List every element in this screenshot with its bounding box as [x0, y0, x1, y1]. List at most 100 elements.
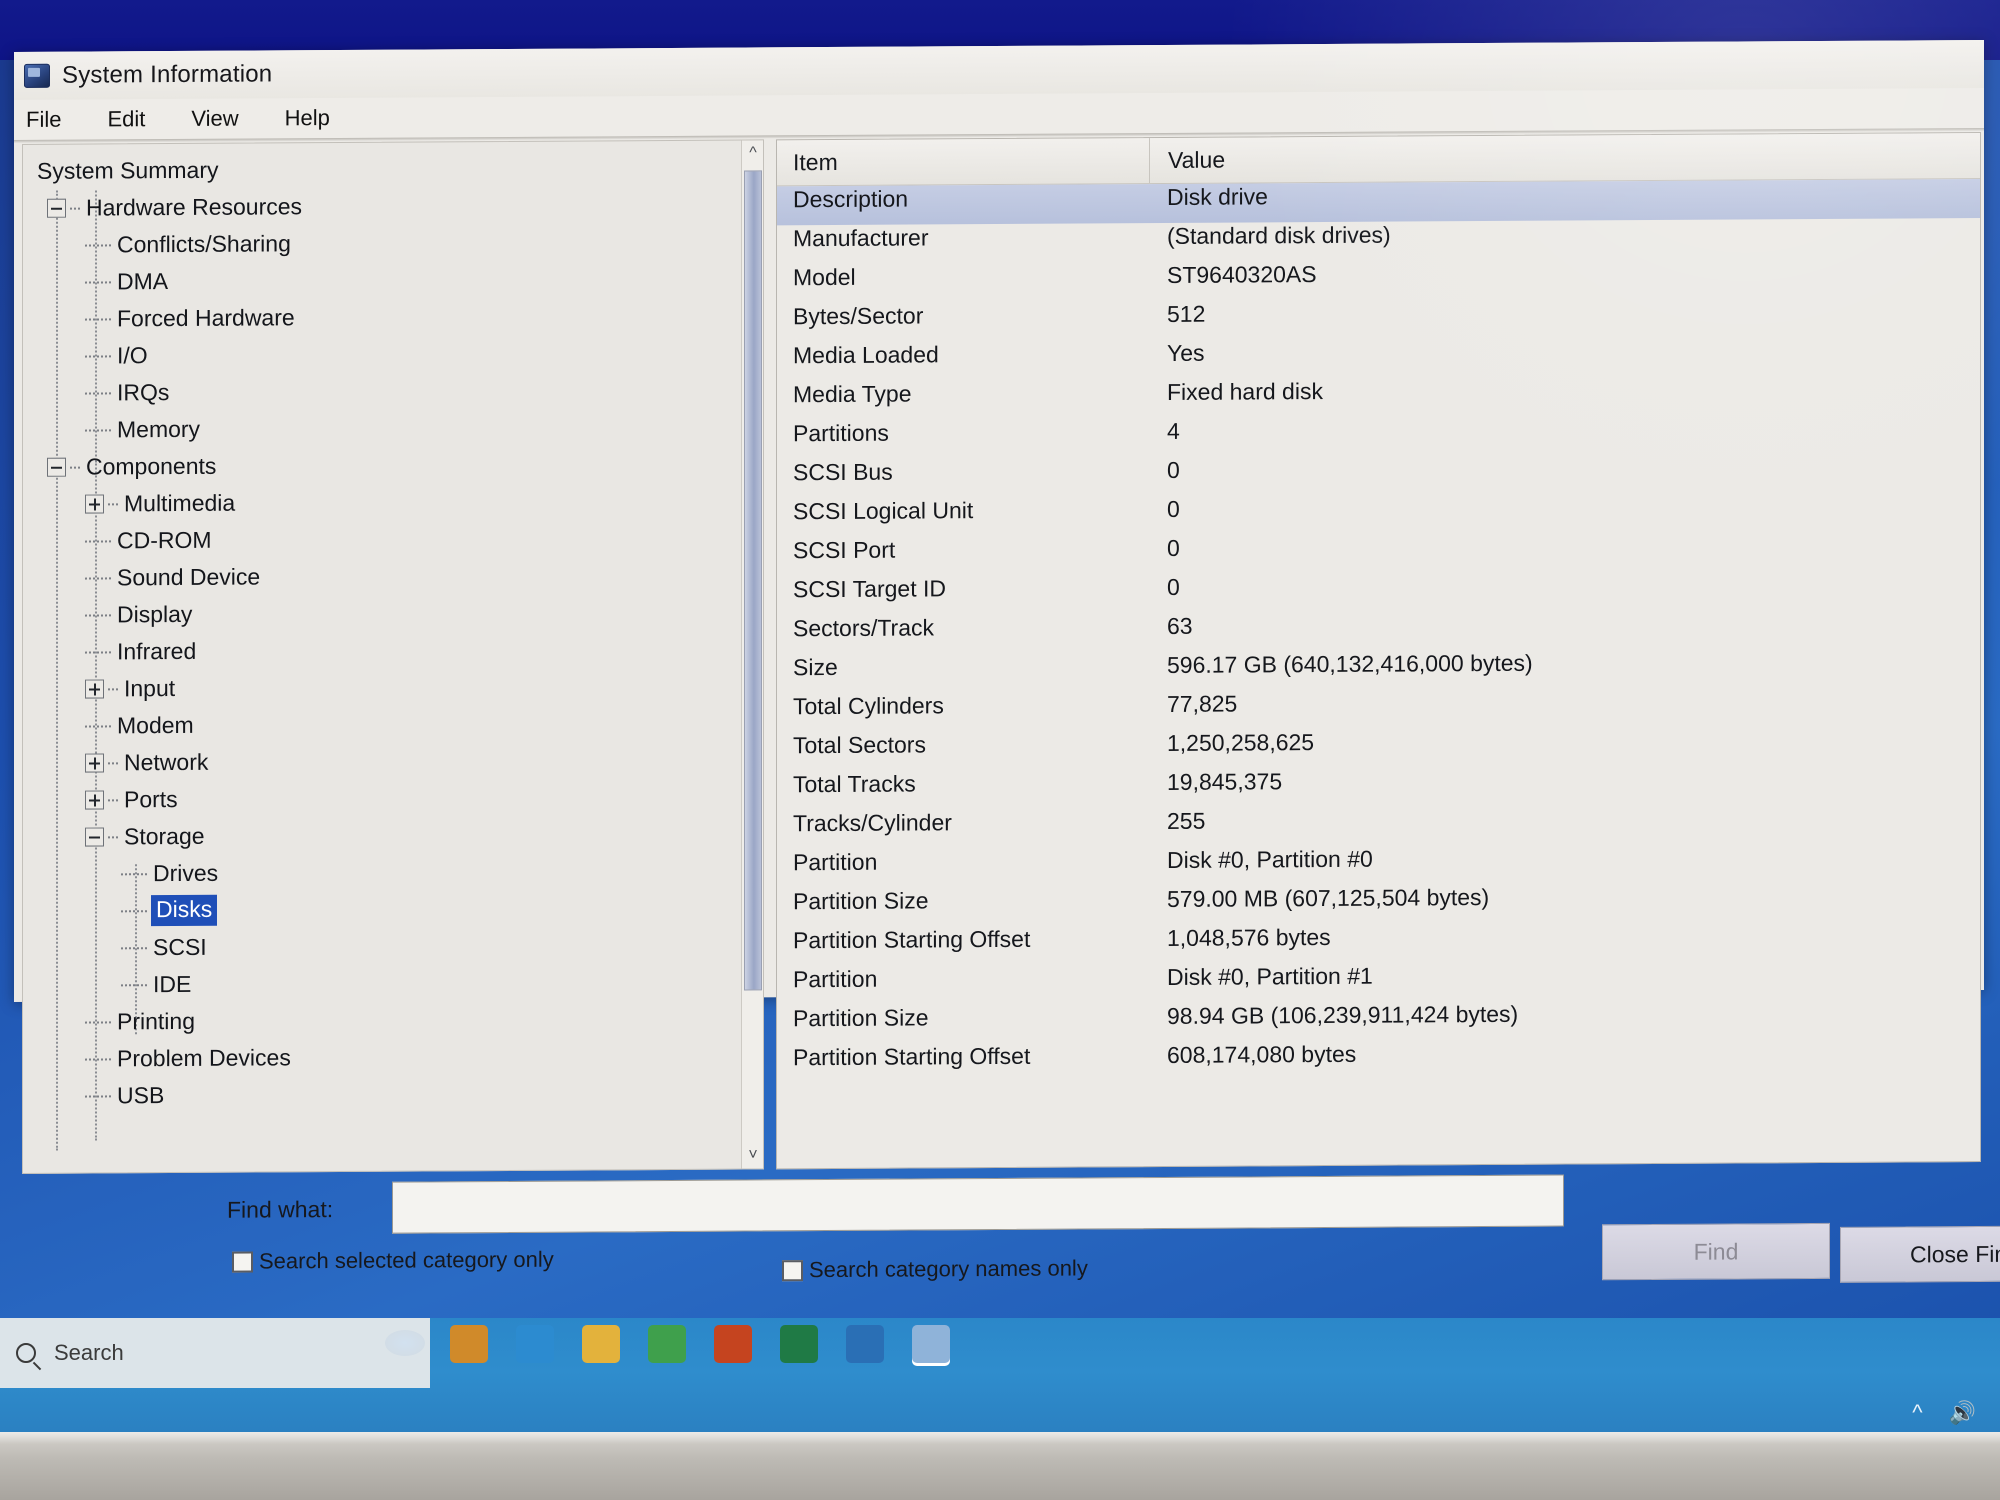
close-find-button[interactable]: Close Find	[1840, 1225, 2000, 1283]
tree-node-irqs[interactable]: IRQs	[29, 371, 741, 412]
tree-node-system-summary[interactable]: System Summary	[29, 149, 741, 190]
find-input[interactable]	[392, 1174, 1564, 1234]
detail-value-cell: Disk #0, Partition #1	[1167, 962, 1373, 990]
tree-node-usb[interactable]: USB	[29, 1074, 741, 1115]
tree-node-list[interactable]: System Summary Hardware Resources Conflict…	[23, 141, 741, 1115]
tree-connector-icon	[85, 317, 111, 321]
scroll-up-icon[interactable]: ^	[742, 140, 764, 167]
detail-value-cell: 0	[1167, 573, 1180, 600]
tree-node-cd-rom[interactable]: CD-ROM	[29, 519, 741, 560]
chrome-icon[interactable]	[648, 1325, 686, 1363]
tree-node-forced-hardware[interactable]: Forced Hardware	[29, 297, 741, 338]
detail-item-cell: Partition	[793, 848, 878, 876]
tree-node-label: Hardware Resources	[86, 193, 303, 221]
collapse-icon[interactable]	[47, 198, 66, 218]
bezel-glow	[0, 1432, 2000, 1444]
collapse-icon[interactable]	[47, 457, 66, 477]
tree-node-problem-devices[interactable]: Problem Devices	[29, 1037, 741, 1078]
detail-rows[interactable]: Description Disk drive Manufacturer (Standa…	[777, 178, 1980, 1083]
tree-connector-icon	[108, 687, 118, 690]
tree-node-modem[interactable]: Modem	[29, 704, 741, 745]
tree-node-drives[interactable]: Drives	[29, 852, 741, 893]
edge-icon[interactable]	[516, 1325, 554, 1363]
column-header-item[interactable]: Item	[777, 138, 1149, 185]
tree-node-storage[interactable]: Storage	[29, 815, 741, 856]
tree-node-label: Infrared	[117, 637, 197, 665]
tree-node-input[interactable]: Input	[29, 667, 741, 708]
search-icon	[16, 1343, 36, 1363]
tree-node-components[interactable]: Components	[29, 445, 741, 486]
expand-icon[interactable]	[85, 679, 104, 699]
tree-node-printing[interactable]: Printing	[29, 1000, 741, 1041]
table-row[interactable]: Partition Starting Offset 608,174,080 byt…	[777, 1037, 1980, 1083]
collapse-icon[interactable]	[85, 827, 104, 847]
tree-connector-icon	[108, 835, 118, 838]
menu-file[interactable]: File	[18, 105, 69, 135]
search-category-names-checkbox[interactable]	[782, 1259, 803, 1281]
tree-node-conflicts-sharing[interactable]: Conflicts/Sharing	[29, 223, 741, 264]
volume-icon[interactable]: 🔊	[1949, 1400, 1976, 1426]
excel-icon[interactable]	[780, 1325, 818, 1363]
tree-node-label: Display	[117, 600, 193, 628]
detail-value-cell: Disk #0, Partition #0	[1167, 845, 1373, 873]
tree-node-label: Multimedia	[124, 489, 236, 517]
menu-help[interactable]: Help	[277, 103, 338, 133]
tree-node-ports[interactable]: Ports	[29, 778, 741, 819]
mouse-cursor-glow	[385, 1330, 425, 1356]
detail-value-cell: 608,174,080 bytes	[1167, 1040, 1357, 1068]
tree-node-label: Printing	[117, 1007, 195, 1035]
photos-icon[interactable]	[846, 1325, 884, 1363]
detail-value-cell: 0	[1167, 534, 1180, 561]
tree-node-memory[interactable]: Memory	[29, 408, 741, 449]
tree-scrollbar[interactable]: ^ ˅	[741, 140, 764, 1169]
search-category-names-checkbox-row[interactable]: Search category names only	[782, 1255, 1088, 1283]
store-icon[interactable]	[450, 1325, 488, 1363]
tree-connector-icon	[121, 983, 147, 986]
menu-edit[interactable]: Edit	[99, 104, 153, 134]
tree-node-hardware-resources[interactable]: Hardware Resources	[29, 186, 741, 227]
taskbar-search-box[interactable]: Search	[0, 1318, 430, 1388]
tree-node-sound-device[interactable]: Sound Device	[29, 556, 741, 597]
tree-connector-icon	[85, 1057, 111, 1061]
menu-view[interactable]: View	[183, 104, 246, 134]
tree-connector-icon	[85, 724, 111, 728]
tree-node-i-o[interactable]: I/O	[29, 334, 741, 375]
file-explorer-icon[interactable]	[582, 1325, 620, 1363]
detail-item-cell: SCSI Bus	[793, 458, 893, 486]
tree-node-display[interactable]: Display	[29, 593, 741, 634]
detail-value-cell: ST9640320AS	[1167, 261, 1317, 288]
navigation-tree-pane[interactable]: System Summary Hardware Resources Conflict…	[22, 139, 764, 1174]
column-header-value[interactable]: Value	[1149, 132, 1980, 184]
detail-value-cell: 596.17 GB (640,132,416,000 bytes)	[1167, 649, 1533, 678]
search-selected-category-label: Search selected category only	[259, 1246, 554, 1274]
tree-node-label: Drives	[153, 859, 219, 887]
detail-list-pane[interactable]: Item Value Description Disk drive Manufact…	[776, 131, 1981, 1170]
tree-node-ide[interactable]: IDE	[29, 963, 741, 1004]
tree-node-dma[interactable]: DMA	[29, 260, 741, 301]
tree-node-infrared[interactable]: Infrared	[29, 630, 741, 671]
search-selected-category-checkbox[interactable]	[232, 1251, 253, 1273]
taskbar-icon-strip[interactable]	[450, 1325, 950, 1363]
expand-icon[interactable]	[85, 790, 104, 810]
expand-icon[interactable]	[85, 753, 104, 773]
tree-node-scsi[interactable]: SCSI	[29, 926, 741, 967]
tree-node-multimedia[interactable]: Multimedia	[29, 482, 741, 523]
show-hidden-icons-icon[interactable]: ^	[1912, 1400, 1922, 1426]
tree-scrollbar-thumb[interactable]	[744, 170, 762, 991]
tree-node-label: Conflicts/Sharing	[117, 230, 291, 258]
scroll-down-icon[interactable]: ˅	[742, 1142, 764, 1169]
tree-node-network[interactable]: Network	[29, 741, 741, 782]
detail-value-cell: Disk drive	[1167, 183, 1268, 210]
find-button[interactable]: Find	[1602, 1222, 1830, 1281]
tree-node-label: CD-ROM	[117, 526, 212, 554]
detail-item-cell: SCSI Target ID	[793, 575, 946, 603]
powerpoint-icon[interactable]	[714, 1325, 752, 1363]
expand-icon[interactable]	[85, 494, 104, 514]
search-selected-category-checkbox-row[interactable]: Search selected category only	[232, 1247, 554, 1275]
tree-node-disks[interactable]: Disks	[29, 889, 741, 930]
detail-item-cell: Partition Starting Offset	[793, 1042, 1031, 1071]
taskbar-search-placeholder: Search	[54, 1340, 124, 1365]
system-tray[interactable]: ^ 🔊	[1912, 1400, 1976, 1426]
system-information-icon[interactable]	[912, 1325, 950, 1363]
detail-value-cell: 4	[1167, 417, 1180, 444]
